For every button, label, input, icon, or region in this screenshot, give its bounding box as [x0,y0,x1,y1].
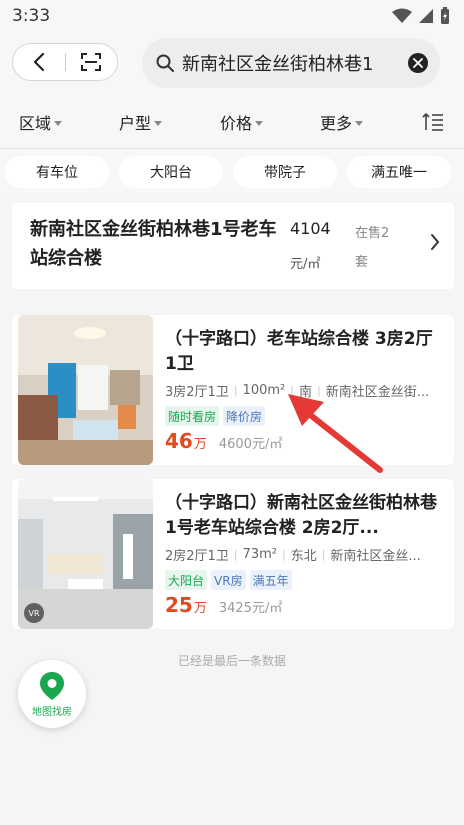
sort-icon[interactable] [422,112,444,132]
status-icons [392,7,450,25]
tag-chip-five-years-unique[interactable]: 满五唯一 [347,156,451,188]
filter-region[interactable]: 区域 [19,110,63,134]
listing-tag: 降价房 [223,406,266,426]
search-input[interactable]: 新南社区金丝街柏林巷1 [182,50,408,76]
listing-price: 25 万 3425元/㎡ [165,593,282,617]
listing-tag: VR房 [211,570,246,590]
listing-tag: 大阳台 [165,570,208,590]
listing-unit-price: 4600元/㎡ [218,437,283,452]
filter-price-label: 价格 [220,114,253,133]
battery-icon [441,7,449,24]
community-on-sale: 在售2套 [355,226,390,270]
listing-title: （十字路口）新南社区金丝街柏林巷1号老车站综合楼 2房2厅... [165,493,437,538]
community-card[interactable]: 新南社区金丝街柏林巷1号老车站综合楼 4104 元/㎡ 在售2套 [12,203,454,289]
search-icon [156,54,174,72]
map-search-button[interactable]: 地图找房 [18,660,86,728]
tag-chip-courtyard[interactable]: 带院子 [233,156,337,188]
chevron-right-icon [431,234,440,250]
map-pin-icon [40,671,64,700]
back-arrow-icon [33,52,44,72]
listing-price: 46 万 4600元/㎡ [165,429,282,453]
listing-tag: 满五年 [249,570,292,590]
vr-badge: VR [24,603,44,623]
signal-icon [419,9,433,23]
nav-pill [12,43,118,81]
filter-price[interactable]: 价格 [220,110,264,134]
listing-tags: 大阳台 VR房 满五年 [165,570,292,590]
filter-layout[interactable]: 户型 [119,110,163,134]
listing-tag: 随时看房 [165,406,220,426]
caret-down-icon [255,120,264,126]
scan-button[interactable] [66,44,118,80]
caret-down-icon [355,120,364,126]
quick-tags-row: 有车位 大阳台 带院子 满五唯一 [0,148,464,193]
filter-region-label: 区域 [19,114,52,133]
wifi-icon [392,8,412,23]
listing-orientation: 东北 [290,549,317,564]
back-button[interactable] [13,44,65,80]
caret-down-icon [154,120,163,126]
filter-more[interactable]: 更多 [320,110,364,134]
community-avg-price: 4104 [290,219,331,238]
status-time: 3:33 [12,6,51,26]
community-price-unit: 元/㎡ [290,257,321,272]
listing-total-price: 46 [165,429,193,453]
listing-photo [18,315,153,465]
map-search-label: 地图找房 [32,706,72,718]
tag-chip-big-balcony[interactable]: 大阳台 [119,156,223,188]
clear-search-button[interactable] [408,53,428,73]
annotation-arrow [288,394,383,473]
listing-photo: VR [18,479,153,629]
listing-layout: 2房2厅1卫 [165,549,229,564]
listing-unit-price: 3425元/㎡ [218,601,283,616]
caret-down-icon [54,120,63,126]
filter-bar: 区域 户型 价格 更多 [0,92,464,148]
listing-area: 100m² [242,383,286,398]
listing-tags: 随时看房 降价房 [165,406,266,426]
search-box[interactable]: 新南社区金丝街柏林巷1 [142,38,440,88]
listing-price-unit: 万 [193,437,207,452]
listing-area: 73m² [242,547,277,562]
filter-more-label: 更多 [320,114,353,133]
filter-layout-label: 户型 [119,114,152,133]
listing-price-unit: 万 [193,601,207,616]
listing-community: 新南社区金丝... [330,549,421,564]
listing-title: （十字路口）老车站综合楼 3房2厅1卫 [165,329,433,374]
status-bar: 3:33 [0,0,464,32]
scan-icon [81,53,102,71]
top-bar: 新南社区金丝街柏林巷1 [0,32,464,92]
listing-layout: 3房2厅1卫 [165,385,229,400]
listing-card[interactable]: VR （十字路口）新南社区金丝街柏林巷1号老车站综合楼 2房2厅... 2房2厅… [12,479,454,629]
tag-chip-parking[interactable]: 有车位 [5,156,109,188]
close-icon [413,58,423,68]
community-name: 新南社区金丝街柏林巷1号老车站综合楼 [30,219,277,269]
listing-meta: 2房2厅1卫 | 73m² | 东北 | 新南社区金丝... [165,547,421,564]
listing-total-price: 25 [165,593,193,617]
